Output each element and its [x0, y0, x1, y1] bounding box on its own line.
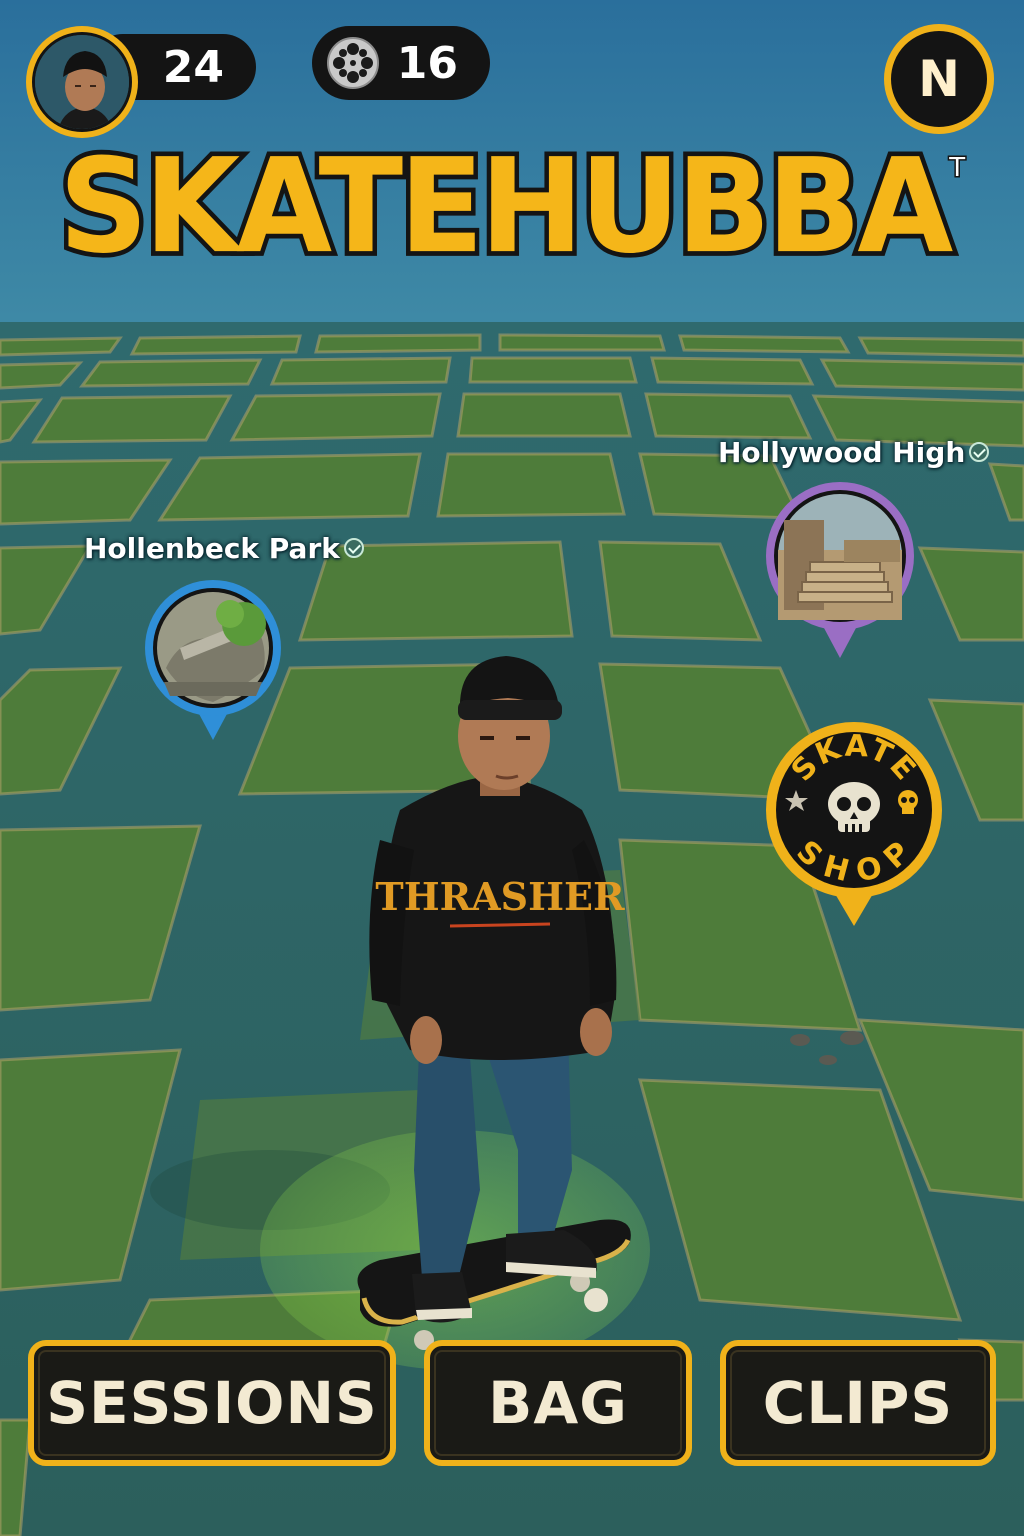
spot-name: Hollenbeck Park	[84, 532, 340, 565]
sessions-label: SESSIONS	[46, 1369, 378, 1437]
spot-label-hollenbeck-park[interactable]: Hollenbeck Park	[84, 532, 364, 565]
logo-text: SKATEHUBBA	[54, 127, 957, 288]
compass-label: N	[918, 50, 960, 108]
skate-shop-pin[interactable]: SKATE SHOP	[762, 720, 946, 930]
player-character[interactable]: THRASHER	[340, 650, 650, 1370]
avatar-portrait	[32, 32, 132, 132]
clips-counter[interactable]: 16	[312, 26, 490, 100]
bag-label: BAG	[488, 1369, 628, 1437]
hoodie-print: THRASHER	[375, 874, 625, 919]
clips-count-value: 16	[396, 37, 458, 89]
avatar-face-icon	[35, 35, 129, 129]
clips-label: CLIPS	[762, 1369, 954, 1437]
compass-button[interactable]: N	[884, 24, 994, 134]
logo-trademark: T	[948, 152, 967, 185]
bag-button[interactable]: BAG	[424, 1340, 692, 1466]
app-logo: SKATEHUBBAT	[0, 127, 1024, 288]
verified-check-icon	[343, 538, 364, 558]
spot-pin-hollenbeck-park[interactable]	[140, 578, 286, 744]
player-avatar[interactable]	[26, 26, 138, 138]
verified-check-icon	[969, 442, 990, 462]
clips-button[interactable]: CLIPS	[720, 1340, 996, 1466]
spot-name: Hollywood High	[718, 436, 966, 469]
sessions-button[interactable]: SESSIONS	[28, 1340, 396, 1466]
spot-pin-hollywood-high[interactable]	[764, 480, 916, 660]
level-value: 24	[162, 41, 224, 93]
film-reel-icon	[327, 37, 379, 89]
spot-label-hollywood-high[interactable]: Hollywood High	[718, 436, 990, 469]
